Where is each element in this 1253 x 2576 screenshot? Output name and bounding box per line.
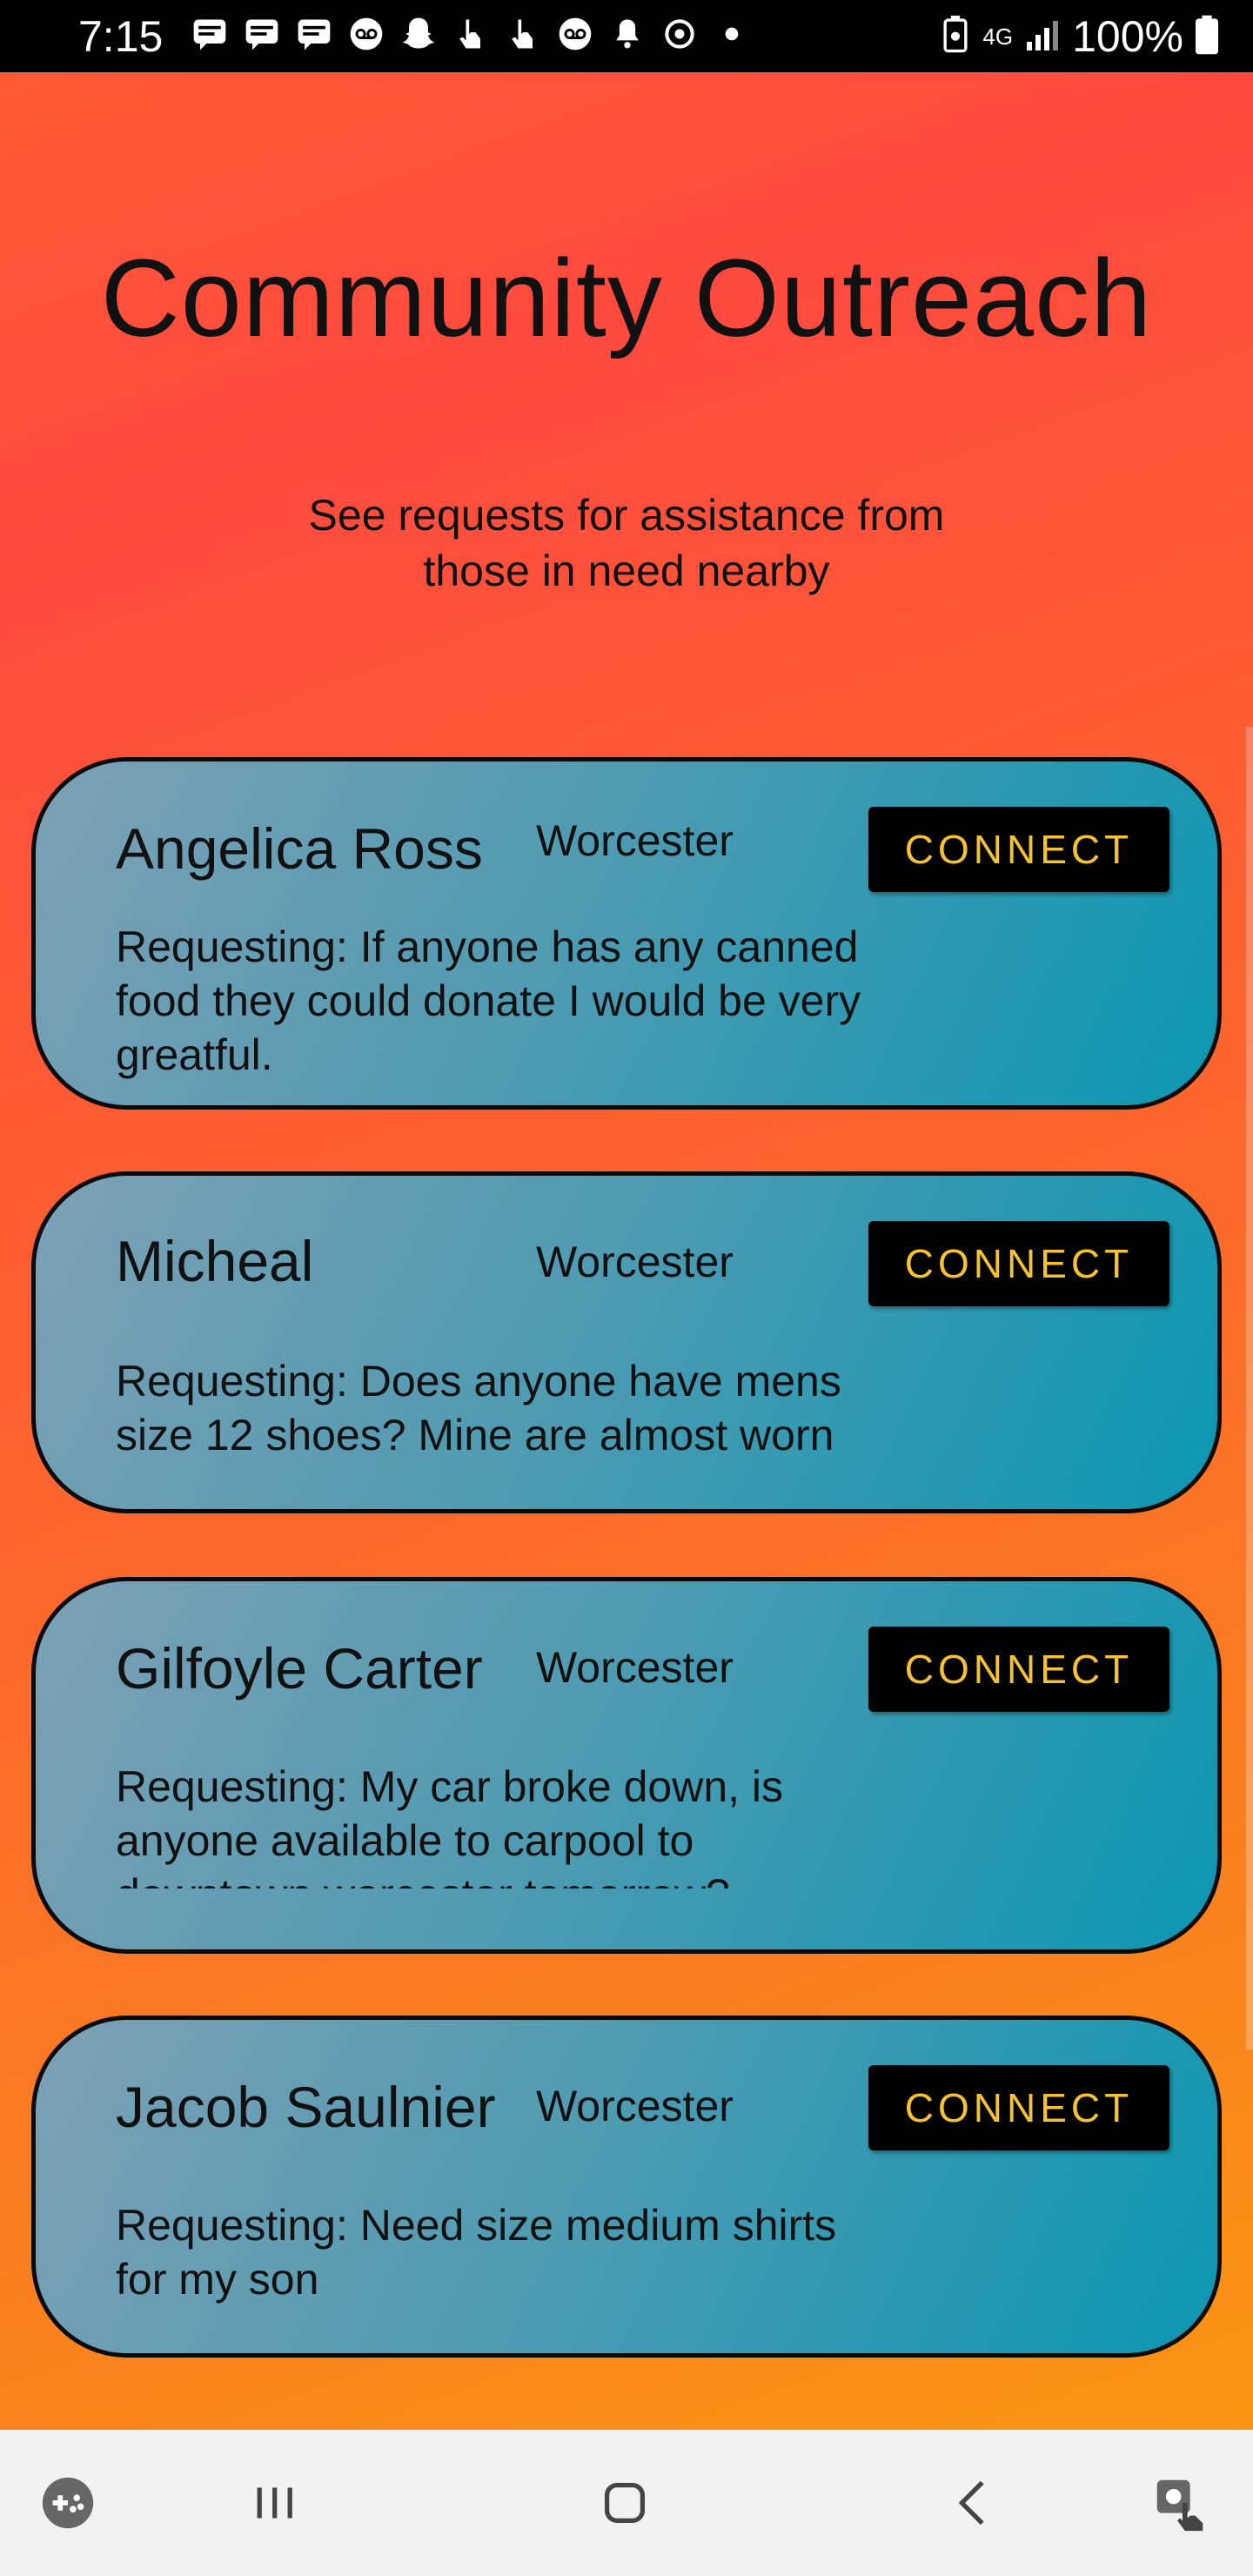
message-icon [242,14,282,54]
requester-name: Angelica Ross [116,816,483,881]
connect-button[interactable]: CONNECT [868,1627,1169,1712]
message-icon [190,14,230,54]
voicemail-icon [346,14,386,54]
status-right: 4G 100% [941,10,1218,63]
notification-icons [190,14,752,54]
request-text: Requesting: Need size medium shirts for … [116,2201,837,2304]
requester-name: Jacob Saulnier [116,2075,496,2139]
requester-location: Worcester [536,816,734,865]
connect-button[interactable]: CONNECT [868,2065,1169,2150]
bell-icon [607,14,647,54]
signal-icon [1025,17,1060,57]
page-subtitle: See requests for assistance from those i… [308,491,945,595]
request-card: Gilfoyle Carter Worcester CONNECT Reques… [31,1577,1222,1954]
requester-name: Micheal [116,1229,314,1293]
snapchat-icon [399,14,439,54]
status-bar: 7:15 4G 100% [0,0,1253,72]
battery-saver-icon [941,15,970,58]
recents-icon[interactable] [242,2470,308,2536]
message-icon [294,14,334,54]
back-icon[interactable] [941,2470,1008,2536]
dot-icon [712,14,752,54]
request-card: Angelica Ross Worcester CONNECT Requesti… [31,757,1222,1110]
touch-icon [503,14,543,54]
request-card: Micheal Worcester CONNECT Requesting: Do… [31,1171,1222,1513]
battery-percent: 100% [1072,12,1183,61]
requester-location: Worcester [536,1643,734,1692]
sync-icon [660,14,700,54]
network-type: 4G [982,23,1014,50]
assistant-icon[interactable] [1147,2470,1213,2536]
scrollbar[interactable] [1246,727,1253,2049]
home-icon[interactable] [592,2470,658,2536]
request-text: Requesting: My car broke down, is anyone… [116,1762,784,1888]
touch-icon [451,14,491,54]
game-launcher-icon[interactable] [35,2470,101,2536]
connect-button[interactable]: CONNECT [868,807,1169,892]
battery-icon [1196,15,1218,59]
request-text: Requesting: Does anyone have mens size 1… [116,1357,841,1459]
requester-name: Gilfoyle Carter [116,1636,483,1701]
requester-location: Worcester [536,2082,734,2130]
requester-location: Worcester [536,1238,734,1286]
request-text: Requesting: If anyone has any canned foo… [116,922,861,1079]
navigation-bar [0,2430,1253,2576]
voicemail-icon [555,14,595,54]
status-time: 7:15 [78,12,164,61]
page-title: Community Outreach [100,237,1153,359]
request-card: Jacob Saulnier Worcester CONNECT Request… [31,2016,1222,2358]
connect-button[interactable]: CONNECT [868,1221,1169,1306]
